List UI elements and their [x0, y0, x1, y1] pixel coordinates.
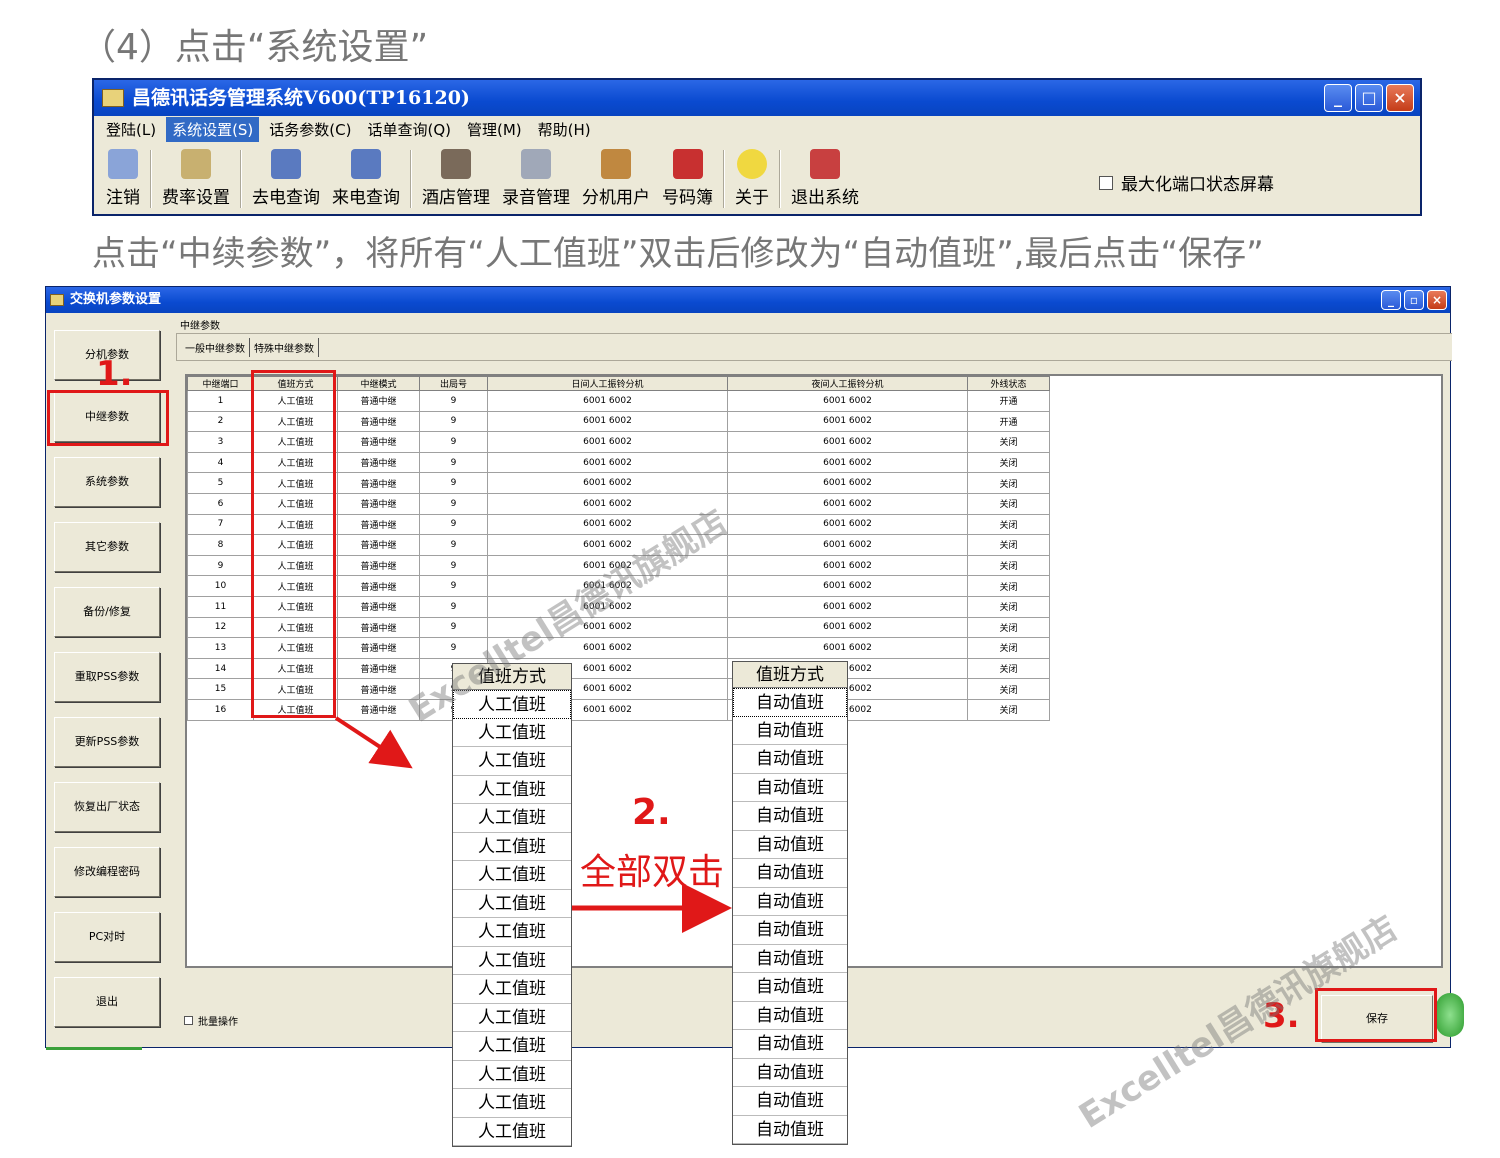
arrow-to-popup — [334, 716, 413, 769]
